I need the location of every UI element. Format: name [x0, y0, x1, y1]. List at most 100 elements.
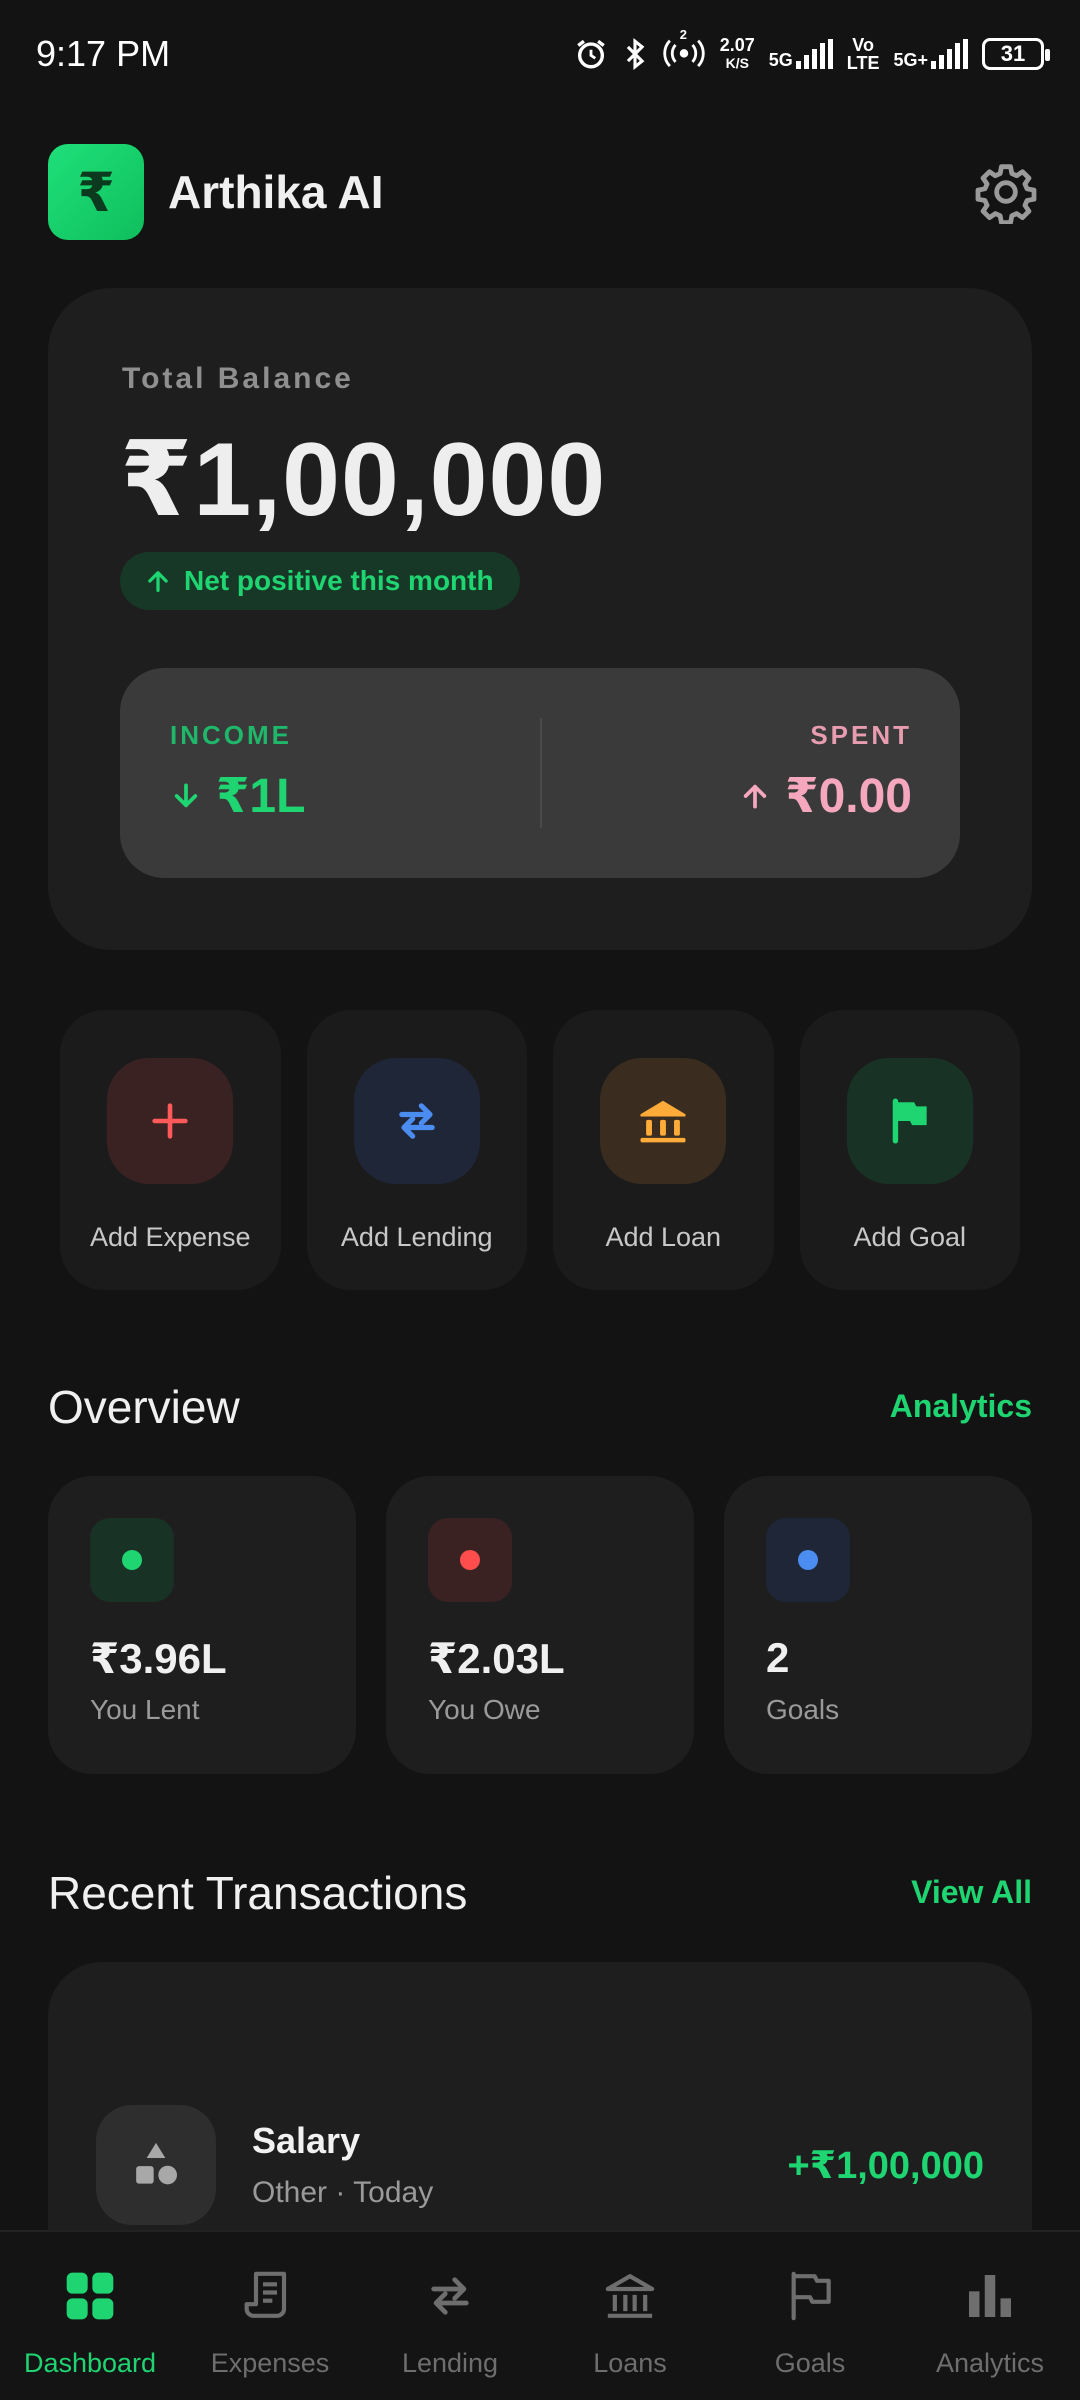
sim1-signal: 5G [769, 39, 833, 69]
hotspot-badge: 2 [679, 26, 687, 42]
add-goal-label: Add Goal [853, 1222, 967, 1252]
sim2-label: 5G+ [893, 50, 928, 70]
bank-icon [605, 2274, 655, 2318]
shapes-icon [136, 2142, 177, 2185]
add-expense-icon-wrap [107, 1058, 233, 1184]
spent-label: SPENT [810, 720, 912, 750]
you-lent-value: ₹3.96L [90, 1635, 227, 1682]
gear-icon[interactable] [974, 160, 1038, 224]
you-owe-value: ₹2.03L [428, 1635, 565, 1682]
volte-top: Vo [852, 35, 874, 55]
transaction-text: Salary Other · Today [252, 2120, 433, 2210]
nav-loans[interactable]: Loans [540, 2232, 720, 2400]
you-owe-label: You Owe [428, 1694, 541, 1725]
overview-cards: ₹3.96L You Lent ₹2.03L You Owe 2 Goals [48, 1476, 1032, 1774]
net-speed: 2.07 K/S [720, 36, 755, 72]
swap-arrows-icon [398, 1103, 435, 1139]
nav-dashboard-label: Dashboard [23, 2348, 157, 2378]
bluetooth-icon [626, 38, 645, 70]
add-lending-button[interactable]: Add Lending [306, 1010, 527, 1290]
nav-goals[interactable]: Goals [720, 2232, 900, 2400]
nav-goals-label: Goals [774, 2348, 846, 2378]
goals-label: Goals [766, 1694, 840, 1725]
you-lent-card[interactable]: ₹3.96L You Lent [48, 1476, 356, 1774]
alarm-icon [576, 39, 605, 69]
sim1-signal-bars-icon [795, 39, 833, 69]
quick-actions: Add Expense Add Lending Add Loan Add Goa… [60, 1010, 1020, 1290]
balance-label: Total Balance [122, 362, 354, 395]
arrow-up-icon [148, 571, 168, 592]
transaction-icon-wrap [96, 2105, 216, 2225]
dashboard-grid-icon [66, 2272, 114, 2320]
bank-icon [640, 1100, 686, 1143]
goals-value: 2 [766, 1634, 790, 1681]
bar-chart-icon [969, 2275, 1011, 2317]
swap-arrows-icon [431, 2277, 469, 2315]
panel-divider [540, 718, 542, 828]
recent-transactions-title: Recent Transactions [48, 1867, 468, 1919]
flag-icon [892, 1098, 927, 1144]
app-logo: ₹ [48, 144, 144, 240]
green-dot-icon [122, 1550, 142, 1570]
spent-amount: ₹0.00 [785, 770, 912, 823]
add-goal-button[interactable]: Add Goal [799, 1010, 1020, 1290]
income-value: ₹1L [170, 768, 305, 824]
sim1-label: 5G [768, 50, 793, 70]
add-goal-icon-wrap [846, 1058, 973, 1184]
net-speed-unit: K/S [725, 55, 749, 71]
flag-icon [791, 2271, 831, 2321]
you-owe-icon [428, 1518, 512, 1602]
blue-dot-icon [798, 1550, 818, 1570]
nav-analytics-label: Analytics [935, 2348, 1045, 2378]
hotspot-indicator: 2 [662, 27, 706, 74]
status-bar: 9:17 PM 2 2.07 K/S 5G Vo LTE 5G+ 31 [0, 0, 1080, 108]
app-screen: 9:17 PM 2 2.07 K/S 5G Vo LTE 5G+ 31 ₹ Ar… [0, 0, 1080, 2400]
arrow-down-icon [174, 783, 198, 808]
app-header: ₹ Arthika AI [48, 144, 1038, 240]
net-speed-value: 2.07 [719, 35, 755, 55]
income-label: INCOME [170, 720, 292, 750]
receipt-icon [244, 2271, 287, 2318]
nav-dashboard[interactable]: Dashboard [0, 2232, 180, 2400]
you-owe-card[interactable]: ₹2.03L You Owe [386, 1476, 694, 1774]
transaction-meta: Other · Today [252, 2176, 434, 2209]
nav-expenses[interactable]: Expenses [180, 2232, 360, 2400]
net-positive-badge: Net positive this month [120, 552, 520, 610]
view-all-link[interactable]: View All [911, 1874, 1032, 1911]
add-lending-icon-wrap [353, 1058, 480, 1184]
sim2-signal: 5G+ [893, 39, 968, 69]
battery-icon: 31 [982, 38, 1050, 70]
transaction-row[interactable]: Salary Other · Today +₹1,00,000 [96, 2104, 984, 2226]
goals-icon [766, 1518, 850, 1602]
transaction-amount: +₹1,00,000 [787, 2144, 984, 2187]
net-positive-text: Net positive this month [184, 565, 494, 596]
add-lending-label: Add Lending [340, 1222, 493, 1252]
spent-value: ₹0.00 [739, 768, 912, 824]
goals-card[interactable]: 2 Goals [724, 1476, 1032, 1774]
add-expense-button[interactable]: Add Expense [60, 1010, 281, 1290]
add-loan-icon-wrap [600, 1058, 726, 1184]
transaction-name: Salary [252, 2120, 361, 2161]
balance-amount: ₹1,00,000 [120, 422, 607, 538]
nav-lending-label: Lending [401, 2348, 499, 2378]
add-loan-label: Add Loan [605, 1222, 722, 1252]
income-amount: ₹1L [216, 770, 306, 823]
volte-indicator: Vo LTE [847, 36, 880, 72]
nav-loans-label: Loans [593, 2348, 667, 2378]
you-lent-icon [90, 1518, 174, 1602]
nav-lending[interactable]: Lending [360, 2232, 540, 2400]
nav-expenses-label: Expenses [210, 2348, 330, 2378]
nav-analytics[interactable]: Analytics [900, 2232, 1080, 2400]
add-loan-button[interactable]: Add Loan [553, 1010, 774, 1290]
add-expense-label: Add Expense [89, 1222, 251, 1252]
arrow-up-icon [743, 784, 767, 809]
volte-bottom: LTE [846, 53, 880, 73]
analytics-link[interactable]: Analytics [890, 1388, 1032, 1425]
status-icons: 2 2.07 K/S 5G Vo LTE 5G+ 31 [574, 27, 1050, 74]
sim2-signal-bars-icon [931, 39, 968, 69]
red-dot-icon [460, 1550, 480, 1570]
plus-icon [152, 1103, 188, 1139]
bottom-nav: Dashboard Expenses Lending Loans Goals A… [0, 2230, 1080, 2400]
overview-title: Overview [48, 1381, 240, 1433]
balance-card: Total Balance ₹1,00,000 Net positive thi… [48, 288, 1032, 950]
